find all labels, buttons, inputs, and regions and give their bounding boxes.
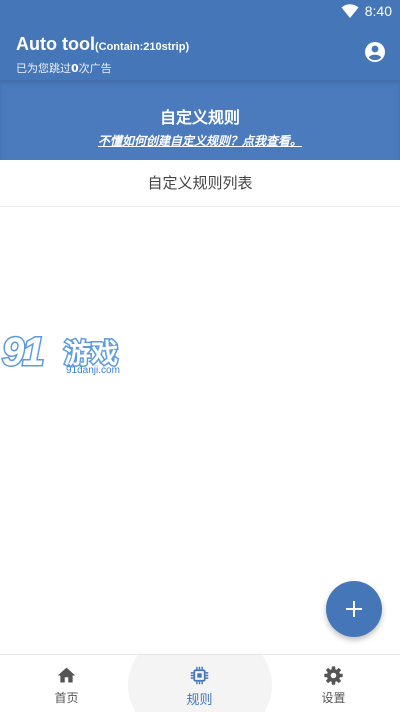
chip-icon xyxy=(190,666,209,685)
ad-skip-count: 0 xyxy=(71,62,79,75)
app-title-suffix: (Contain:210strip) xyxy=(94,41,190,53)
nav-label-settings: 设置 xyxy=(321,691,346,705)
status-bar: 8:40 xyxy=(0,0,400,24)
watermark-site: 91danji.com xyxy=(66,365,120,376)
account-circle-icon[interactable] xyxy=(364,41,386,63)
app-title: Auto tool(Contain:210strip) xyxy=(16,34,189,55)
plus-icon xyxy=(346,601,362,617)
ad-skip-suffix: 次广告 xyxy=(78,62,112,75)
bottom-nav: 首页 规则 设置 xyxy=(0,654,400,712)
custom-rules-banner: 自定义规则 不懂如何创建自定义规则？点我查看。 xyxy=(0,80,400,160)
watermark-number: 91 xyxy=(1,329,46,376)
wifi-icon xyxy=(341,4,359,18)
ad-skip-counter: 已为您跳过0次广告 xyxy=(16,60,112,76)
ad-skip-prefix: 已为您跳过 xyxy=(16,62,71,75)
nav-item-home[interactable]: 首页 xyxy=(0,655,133,712)
status-time: 8:40 xyxy=(364,3,392,19)
rules-help-link[interactable]: 不懂如何创建自定义规则？点我查看。 xyxy=(0,132,400,149)
app-title-main: Auto tool xyxy=(16,34,95,54)
app-bar: Auto tool(Contain:210strip) 已为您跳过0次广告 xyxy=(0,24,400,80)
watermark-logo: 91 游戏 91danji.com xyxy=(0,329,140,384)
gear-icon xyxy=(324,666,343,685)
home-icon xyxy=(57,667,76,683)
nav-label-rules: 规则 xyxy=(186,693,213,708)
nav-label-home: 首页 xyxy=(54,691,79,705)
banner-title: 自定义规则 xyxy=(159,108,240,127)
status-icons: 8:40 xyxy=(341,3,392,19)
add-rule-button[interactable] xyxy=(326,581,382,637)
nav-item-settings[interactable]: 设置 xyxy=(267,655,400,712)
nav-item-rules[interactable]: 规则 xyxy=(133,655,266,712)
rules-list-header: 自定义规则列表 xyxy=(0,160,400,207)
